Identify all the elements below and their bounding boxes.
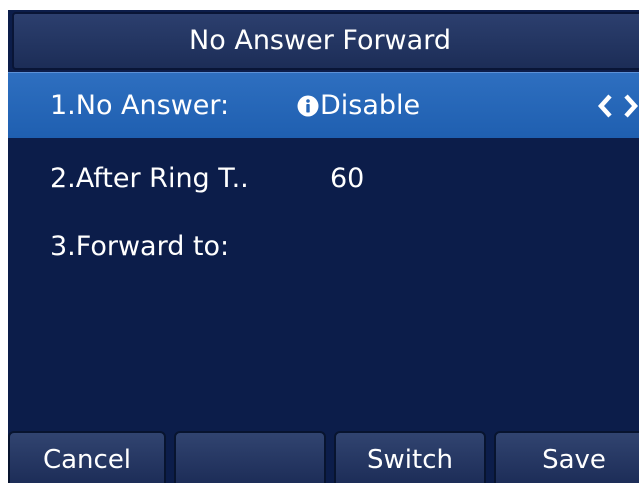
save-button[interactable]: Save <box>494 431 639 483</box>
title-bar: No Answer Forward <box>12 12 639 70</box>
menu-row-no-answer[interactable]: 1.No Answer: Disable <box>8 72 639 138</box>
empty-softkey-button[interactable] <box>174 431 326 483</box>
forward-to-label: 3.Forward to: <box>50 231 230 262</box>
phone-screen: No Answer Forward 1.No Answer: Disable 2… <box>8 10 639 483</box>
menu-row-after-ring-time[interactable]: 2.After Ring T.. 60 <box>8 146 639 212</box>
page-title: No Answer Forward <box>189 25 451 56</box>
switch-button[interactable]: Switch <box>334 431 486 483</box>
no-answer-label: 1.No Answer: <box>50 90 230 121</box>
after-ring-time-value[interactable]: 60 <box>330 146 364 212</box>
menu-row-forward-to[interactable]: 3.Forward to: <box>8 214 639 280</box>
no-answer-value[interactable]: Disable <box>320 73 420 139</box>
info-icon <box>297 95 319 117</box>
left-right-chevron-icon[interactable] <box>597 93 639 119</box>
softkey-bar: Cancel Switch Save <box>8 431 639 483</box>
cancel-button[interactable]: Cancel <box>8 431 166 483</box>
after-ring-time-label: 2.After Ring T.. <box>50 163 249 194</box>
